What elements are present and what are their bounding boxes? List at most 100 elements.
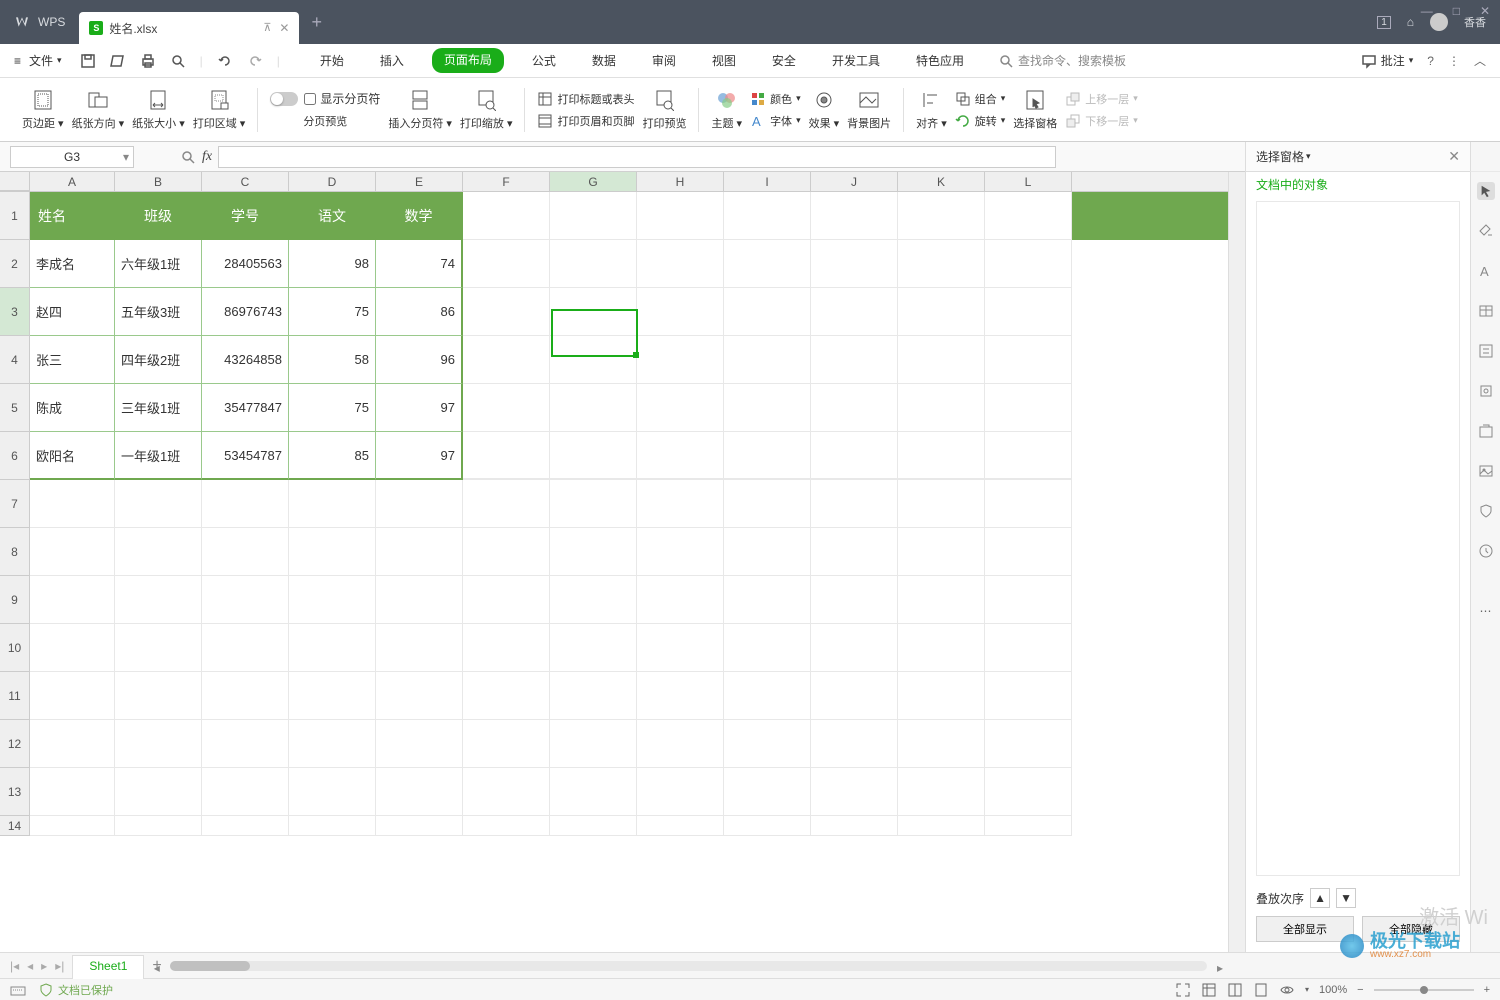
print-scale-button[interactable]: 打印缩放 ▾: [460, 89, 513, 131]
document-tab[interactable]: S 姓名.xlsx ⊼ ✕: [79, 12, 299, 44]
col-header-I[interactable]: I: [724, 172, 811, 191]
selection-pane-button[interactable]: 选择窗格: [1013, 89, 1057, 131]
sheet-tab-active[interactable]: Sheet1: [72, 955, 144, 979]
grid-body[interactable]: 1 姓名 班级 学号 语文 数学 2 李成名 六年级1班 28405563: [0, 192, 1228, 952]
style-icon[interactable]: [1477, 222, 1495, 240]
tab-home[interactable]: 开始: [312, 48, 352, 73]
zoom-value[interactable]: 100%: [1319, 984, 1347, 996]
col-header-K[interactable]: K: [898, 172, 985, 191]
fullscreen-icon[interactable]: [1175, 982, 1191, 998]
row-header-11[interactable]: 11: [0, 672, 30, 720]
image-icon[interactable]: [1477, 462, 1495, 480]
vertical-scrollbar[interactable]: [1228, 172, 1245, 952]
fx-button[interactable]: fx: [202, 149, 212, 165]
undo-icon[interactable]: [217, 53, 233, 69]
view-normal-icon[interactable]: [1201, 982, 1217, 998]
scroll-thumb[interactable]: [170, 961, 250, 971]
row-header-12[interactable]: 12: [0, 720, 30, 768]
formula-input[interactable]: [218, 146, 1056, 168]
row-header-3[interactable]: 3: [0, 288, 30, 336]
col-header-F[interactable]: F: [463, 172, 550, 191]
select-all-corner[interactable]: [0, 172, 30, 191]
close-icon[interactable]: ✕: [1480, 4, 1490, 18]
print-preview-button[interactable]: 打印预览: [642, 89, 686, 131]
header-id[interactable]: 学号: [202, 192, 289, 240]
more-icon[interactable]: ⋮: [1448, 54, 1460, 68]
tab-formulas[interactable]: 公式: [524, 48, 564, 73]
wps-home-button[interactable]: WPS: [0, 0, 79, 44]
shield-icon[interactable]: [1477, 502, 1495, 520]
view-reading-icon[interactable]: [1253, 982, 1269, 998]
cursor-icon[interactable]: [1477, 182, 1495, 200]
tab-insert[interactable]: 插入: [372, 48, 412, 73]
print-titles-button[interactable]: 打印标题或表头: [537, 91, 634, 107]
analysis-icon[interactable]: [1477, 382, 1495, 400]
col-header-D[interactable]: D: [289, 172, 376, 191]
scroll-left-icon[interactable]: ◂: [154, 961, 160, 975]
col-header-G[interactable]: G: [550, 172, 637, 191]
col-header-A[interactable]: A: [30, 172, 115, 191]
properties-icon[interactable]: [1477, 342, 1495, 360]
row-header-13[interactable]: 13: [0, 768, 30, 816]
tab-developer[interactable]: 开发工具: [824, 48, 888, 73]
zoom-in-button[interactable]: +: [1484, 984, 1490, 996]
insert-pagebreak-button[interactable]: 插入分页符 ▾: [388, 89, 452, 131]
papersize-button[interactable]: 纸张大小 ▾: [132, 89, 185, 131]
header-name[interactable]: 姓名: [30, 192, 115, 240]
collapse-ribbon-icon[interactable]: ︿: [1474, 52, 1486, 69]
text-icon[interactable]: A: [1477, 262, 1495, 280]
show-pagebreak-toggle[interactable]: 显示分页符: [270, 90, 380, 107]
table-icon[interactable]: [1477, 302, 1495, 320]
maximize-icon[interactable]: □: [1453, 4, 1460, 18]
chevron-down-icon[interactable]: ▾: [1306, 151, 1311, 162]
save-icon[interactable]: [80, 53, 96, 69]
zoom-slider[interactable]: [1374, 989, 1474, 991]
move-up-button[interactable]: ▲: [1310, 888, 1330, 908]
print-preview-qat-icon[interactable]: [170, 53, 186, 69]
save-as-icon[interactable]: [110, 53, 126, 69]
row-header-5[interactable]: 5: [0, 384, 30, 432]
header-class[interactable]: 班级: [115, 192, 202, 240]
print-headerfooter-button[interactable]: 打印页眉和页脚: [537, 113, 634, 129]
name-box[interactable]: G3 ▾: [10, 146, 134, 168]
redo-icon[interactable]: [247, 53, 263, 69]
zoom-out-button[interactable]: −: [1357, 984, 1363, 996]
tab-special[interactable]: 特色应用: [908, 48, 972, 73]
backup-icon[interactable]: [1477, 422, 1495, 440]
row-header-9[interactable]: 9: [0, 576, 30, 624]
row-header-14[interactable]: 14: [0, 816, 30, 836]
bring-forward-button[interactable]: 上移一层 ▾: [1065, 91, 1138, 107]
zoom-fx-icon[interactable]: [180, 149, 196, 165]
align-button[interactable]: 对齐 ▾: [916, 89, 947, 131]
printarea-button[interactable]: 打印区域 ▾: [193, 89, 246, 131]
scroll-right-icon[interactable]: ▸: [1217, 961, 1223, 975]
more-dots-icon[interactable]: ⋯: [1477, 602, 1495, 620]
eye-dropdown[interactable]: ▾: [1305, 985, 1309, 994]
sheet-prev-icon[interactable]: ◂: [27, 959, 33, 973]
move-down-button[interactable]: ▼: [1336, 888, 1356, 908]
hamburger-icon[interactable]: ≡: [14, 54, 21, 68]
gift-icon[interactable]: ⌂: [1407, 15, 1414, 29]
orientation-button[interactable]: 纸张方向 ▾: [72, 89, 125, 131]
file-menu[interactable]: 文件 ▾: [29, 52, 62, 69]
colors-button[interactable]: 颜色 ▾: [750, 91, 801, 107]
help-icon[interactable]: ?: [1427, 54, 1434, 68]
show-pagebreak-checkbox[interactable]: [304, 93, 316, 105]
tab-page-layout[interactable]: 页面布局: [432, 48, 504, 73]
print-icon[interactable]: [140, 53, 156, 69]
comment-button[interactable]: 批注 ▾: [1361, 52, 1414, 69]
calendar-icon[interactable]: 1: [1377, 16, 1391, 29]
selection-pane-body[interactable]: [1256, 201, 1460, 876]
history-icon[interactable]: [1477, 542, 1495, 560]
sheet-first-icon[interactable]: |◂: [10, 959, 19, 973]
row-header-10[interactable]: 10: [0, 624, 30, 672]
sheet-next-icon[interactable]: ▸: [41, 959, 47, 973]
close-tab-icon[interactable]: ✕: [279, 21, 289, 35]
keyboard-icon[interactable]: [10, 982, 26, 998]
command-search[interactable]: 查找命令、搜索模板: [998, 52, 1126, 69]
header-chinese[interactable]: 语文: [289, 192, 376, 240]
row-header-7[interactable]: 7: [0, 480, 30, 528]
chevron-down-icon[interactable]: ▾: [123, 150, 129, 164]
effects-button[interactable]: 效果 ▾: [809, 89, 840, 131]
horizontal-scrollbar[interactable]: ◂ ▸: [170, 961, 1207, 971]
